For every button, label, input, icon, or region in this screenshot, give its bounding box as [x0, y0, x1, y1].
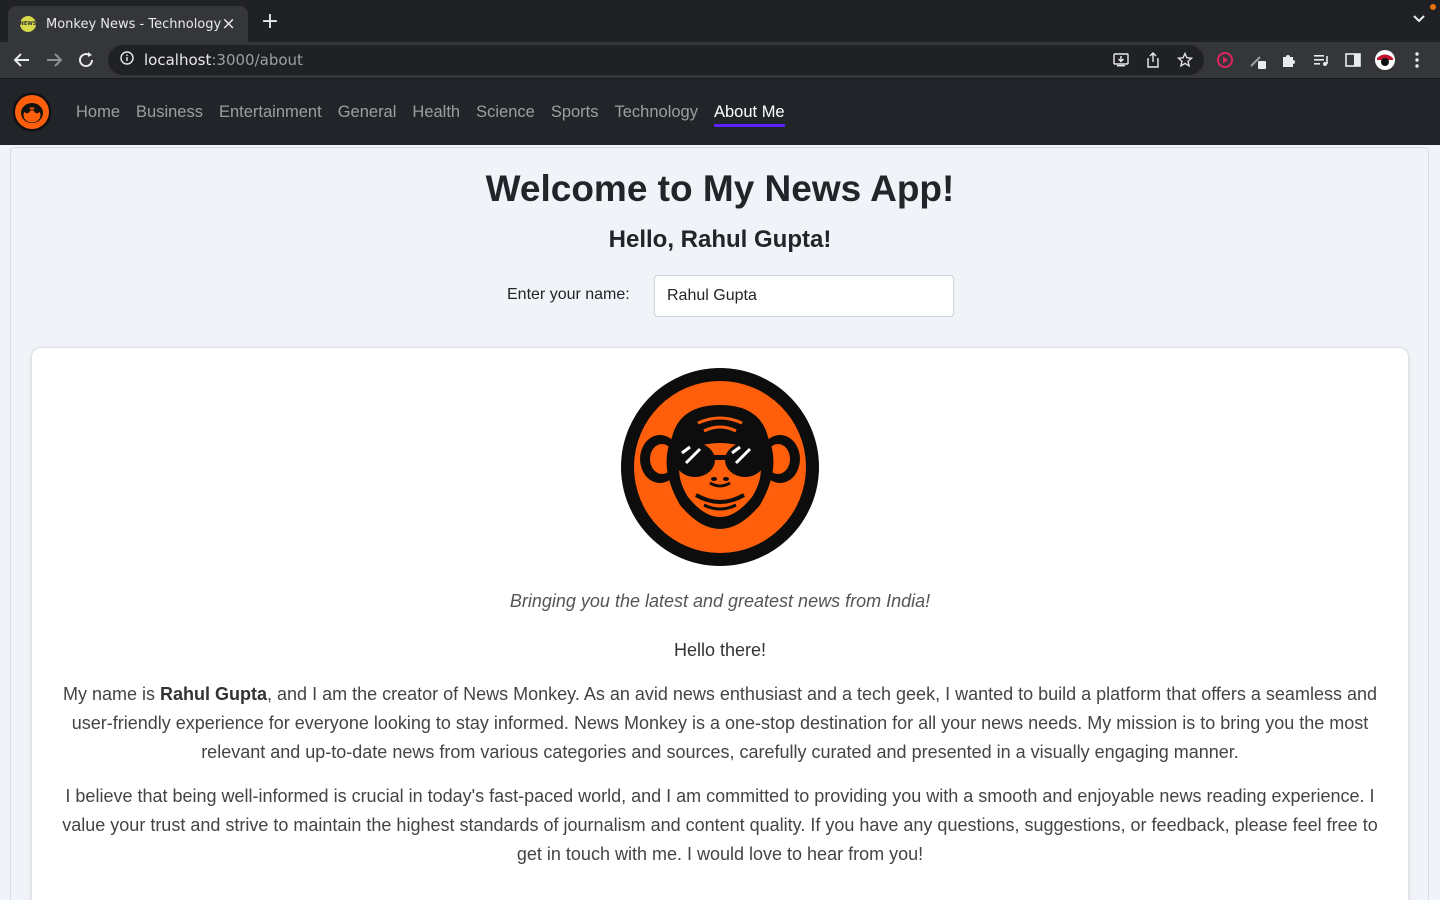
hello-prefix: Hello, — [608, 226, 681, 253]
nav-link-technology[interactable]: Technology — [607, 103, 706, 122]
about-greeting: Hello there! — [673, 640, 767, 660]
forward-arrow-icon[interactable] — [42, 48, 66, 72]
close-tab-icon[interactable]: × — [221, 14, 236, 34]
app-navbar: Home Business Entertainment General Health Sc… — [0, 79, 1440, 145]
nav-link-general[interactable]: General — [330, 103, 405, 122]
author-name: Rahul Gupta — [160, 684, 268, 704]
side-panel-icon[interactable] — [1342, 50, 1364, 70]
media-controls-icon[interactable] — [1310, 50, 1332, 70]
back-arrow-icon[interactable] — [10, 48, 34, 72]
browser-toolbar: localhost:3000/about — [0, 42, 1440, 79]
about-paragraph-2: I believe that being well-informed is cr… — [62, 786, 1378, 864]
about-paragraph-1: My name is Rahul Gupta, and I am the cre… — [58, 680, 1382, 767]
monkey-logo-icon[interactable] — [12, 92, 52, 132]
monkey-logo-icon — [621, 368, 819, 566]
extension-icons — [1214, 50, 1428, 70]
address-bar[interactable]: localhost:3000/about — [108, 45, 1204, 75]
nav-link-business[interactable]: Business — [128, 103, 211, 122]
nav-link-science[interactable]: Science — [468, 103, 543, 122]
share-icon[interactable] — [1142, 50, 1164, 70]
name-field-label: Enter your name: — [507, 286, 630, 303]
tab-title: Monkey News - Technology — [46, 16, 222, 32]
site-info-icon[interactable] — [120, 50, 134, 70]
nav-link-health[interactable]: Health — [404, 103, 468, 122]
bookmark-star-icon[interactable] — [1174, 50, 1196, 70]
browser-menu-kebab-icon[interactable] — [1406, 50, 1428, 70]
reload-icon[interactable] — [74, 48, 98, 72]
browser-tab-bar: NEWS Monkey News - Technology × + — [0, 0, 1440, 42]
name-input[interactable] — [654, 275, 954, 317]
tagline: Bringing you the latest and greatest new… — [509, 591, 931, 611]
record-extension-icon[interactable] — [1214, 50, 1236, 70]
url-path: :3000/about — [211, 51, 303, 69]
para1-body: , and I am the creator of News Monkey. A… — [71, 684, 1377, 762]
recording-dot-icon — [1430, 4, 1436, 10]
puzzle-extensions-icon[interactable] — [1278, 50, 1300, 70]
page-title: Welcome to My News App! — [485, 168, 955, 209]
hello-greeting: Hello, Rahul Gupta! — [0, 226, 1440, 254]
profile-avatar-icon[interactable] — [1374, 50, 1396, 70]
eyedropper-extension-icon[interactable] — [1246, 50, 1268, 70]
nav-links: Home Business Entertainment General Health Sc… — [68, 103, 793, 127]
nav-link-home[interactable]: Home — [68, 103, 128, 122]
para1-prefix: My name is — [63, 684, 161, 704]
new-tab-plus-icon[interactable]: + — [258, 10, 282, 34]
hello-suffix: ! — [823, 226, 832, 253]
browser-tab[interactable]: NEWS Monkey News - Technology × — [8, 6, 248, 42]
tab-search-chevron-icon[interactable] — [1412, 12, 1426, 30]
nav-link-sports[interactable]: Sports — [543, 103, 607, 122]
hello-name: Rahul Gupta — [680, 226, 824, 253]
url-host: localhost — [144, 51, 212, 69]
nav-link-entertainment[interactable]: Entertainment — [211, 103, 330, 122]
install-app-icon[interactable] — [1110, 50, 1132, 70]
nav-link-about-me[interactable]: About Me — [706, 103, 793, 127]
news-favicon-icon: NEWS — [20, 16, 36, 32]
